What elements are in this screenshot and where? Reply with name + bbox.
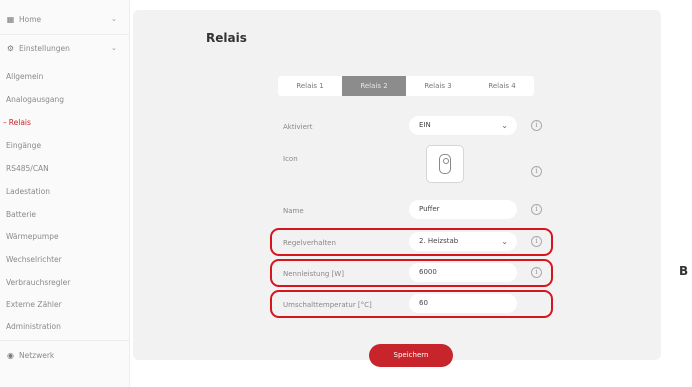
figure-label: B: [679, 264, 689, 278]
divider: [0, 340, 130, 341]
icon-label: Icon: [283, 155, 298, 163]
divider: [0, 34, 130, 35]
gear-icon: ⚙: [6, 44, 15, 53]
sidebar-item-wechselrichter[interactable]: Wechselrichter: [6, 255, 62, 264]
activated-select[interactable]: EIN ⌄: [409, 116, 517, 135]
sidebar: ▦ Home ⌄ ⚙ Einstellungen ⌄ Allgemein Ana…: [0, 0, 130, 387]
sidebar-item-label: RS485/CAN: [6, 164, 49, 173]
tab-relais-4[interactable]: Relais 4: [470, 76, 534, 96]
info-icon[interactable]: i: [531, 166, 542, 177]
tab-relais-2[interactable]: Relais 2: [342, 76, 406, 96]
name-value: Puffer: [419, 205, 440, 213]
sidebar-item-label: Analogausgang: [6, 95, 65, 104]
sidebar-item-batterie[interactable]: Batterie: [6, 210, 36, 219]
sidebar-item-label: Eingänge: [6, 141, 42, 150]
sidebar-item-label: Einstellungen: [19, 44, 70, 53]
plug-icon: [439, 154, 451, 174]
name-label: Name: [283, 207, 304, 215]
main-panel: Relais Relais 1 Relais 2 Relais 3 Relais…: [133, 10, 661, 367]
info-icon[interactable]: i: [531, 120, 542, 131]
sidebar-item-settings[interactable]: ⚙ Einstellungen: [6, 44, 70, 53]
highlight-box: [270, 290, 553, 318]
sidebar-item-label: Batterie: [6, 210, 37, 219]
sidebar-item-relais[interactable]: – Relais: [3, 118, 31, 127]
sidebar-item-ladestation[interactable]: Ladestation: [6, 187, 50, 196]
page-title: Relais: [206, 31, 247, 45]
highlight-box: [270, 228, 553, 256]
sidebar-item-label: Administration: [6, 322, 61, 331]
sidebar-item-waermepumpe[interactable]: Wärmepumpe: [6, 232, 59, 241]
globe-icon: ◉: [7, 351, 14, 360]
grid-icon: ▦: [6, 15, 15, 24]
sidebar-item-label: Relais: [8, 118, 31, 127]
active-marker: –: [3, 118, 7, 127]
tab-relais-1[interactable]: Relais 1: [278, 76, 342, 96]
sidebar-item-label: Verbrauchsregler: [6, 278, 71, 287]
sidebar-item-label: Wärmepumpe: [6, 232, 59, 241]
sidebar-item-label: Externe Zähler: [6, 300, 62, 309]
sidebar-item-allgemein[interactable]: Allgemein: [6, 72, 43, 81]
sidebar-item-administration[interactable]: Administration: [6, 322, 61, 331]
chevron-down-icon: ⌄: [501, 121, 508, 130]
sidebar-item-home[interactable]: ▦ Home: [6, 15, 41, 24]
sidebar-item-analogausgang[interactable]: Analogausgang: [6, 95, 64, 104]
sidebar-item-label: Allgemein: [6, 72, 44, 81]
sidebar-item-label: Wechselrichter: [6, 255, 62, 264]
sidebar-item-externe-zaehler[interactable]: Externe Zähler: [6, 300, 62, 309]
chevron-down-icon[interactable]: ⌄: [111, 15, 117, 23]
sidebar-item-verbrauchsregler[interactable]: Verbrauchsregler: [6, 278, 70, 287]
sidebar-item-label: Home: [19, 15, 42, 24]
activated-value: EIN: [419, 121, 431, 129]
icon-picker[interactable]: [426, 145, 464, 183]
highlight-box: [270, 259, 553, 287]
name-input[interactable]: Puffer: [409, 200, 517, 219]
sidebar-item-label: Netzwerk: [19, 351, 55, 360]
sidebar-item-eingaenge[interactable]: Eingänge: [6, 141, 41, 150]
chevron-down-icon[interactable]: ⌄: [111, 44, 117, 52]
sidebar-item-network[interactable]: ◉ Netzwerk: [6, 351, 54, 360]
relay-tabs: Relais 1 Relais 2 Relais 3 Relais 4: [278, 76, 534, 96]
save-button[interactable]: Speichern: [369, 344, 453, 367]
activated-label: Aktiviert: [283, 123, 313, 131]
tab-relais-3[interactable]: Relais 3: [406, 76, 470, 96]
sidebar-item-rs485-can[interactable]: RS485/CAN: [6, 164, 49, 173]
sidebar-item-label: Ladestation: [6, 187, 50, 196]
info-icon[interactable]: i: [531, 204, 542, 215]
